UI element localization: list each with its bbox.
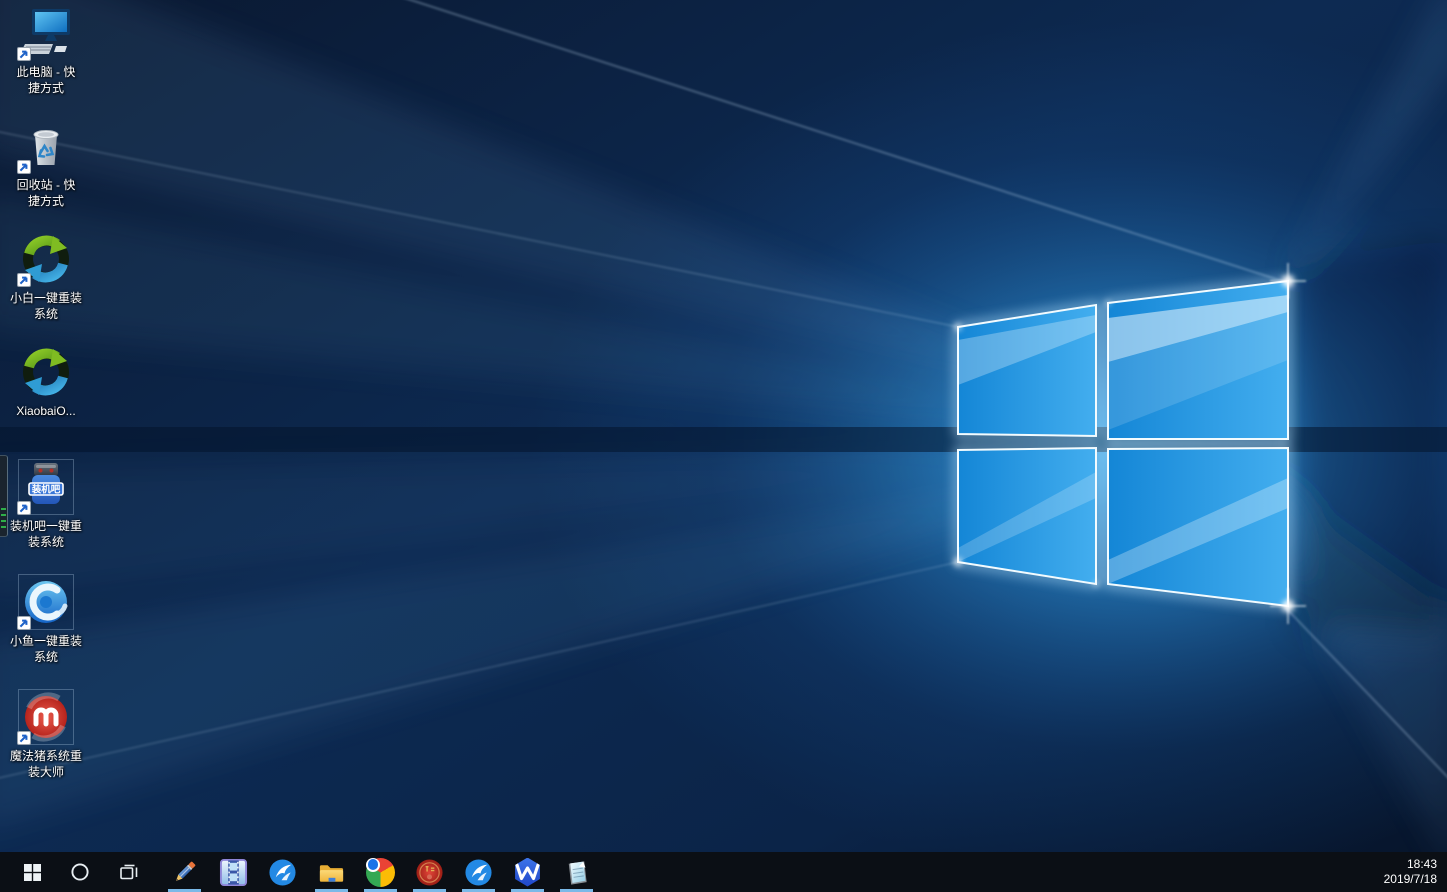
green-line [1,514,6,516]
taskbar-app-pencil[interactable] [160,852,209,892]
search-circle-icon [70,862,90,882]
shortcut-arrow-badge [17,273,31,287]
blue-swirl-icon [19,575,73,629]
taskbar-app-notepad[interactable] [552,852,601,892]
pencil-icon [170,858,199,887]
desktop-screen: 此电脑 - 快捷方式 回收站 - 快捷方式 [0,0,1447,892]
search-button[interactable] [56,852,104,892]
clock-date: 2019/7/18 [1384,872,1437,887]
desktop-icon-label: 小白一键重装系统 [2,290,90,322]
desktop-icon-mofazhu[interactable]: 魔法猪系统重装大师 [2,690,90,780]
shortcut-arrow-badge [17,731,31,745]
desktop-icon-xiaoyu[interactable]: 小鱼一键重装系统 [2,575,90,665]
shortcut-arrow-badge [17,616,31,630]
chrome-icon [366,858,395,887]
taskbar-app-blue-bird-2[interactable] [454,852,503,892]
green-line [1,520,6,522]
taskbar-clock[interactable]: 18:43 2019/7/18 [1384,857,1437,887]
desktop-icon-label: 此电脑 - 快捷方式 [2,64,90,96]
filmstrip-icon [219,858,248,887]
desktop-icon-label: 装机吧一键重装系统 [2,518,90,550]
taskbar-app-chrome[interactable] [356,852,405,892]
blue-bird-icon [268,858,297,887]
desktop-icon-label: 魔法猪系统重装大师 [2,748,90,780]
desktop-icon-this-pc[interactable]: 此电脑 - 快捷方式 [2,6,90,96]
red-circle-icon [415,858,444,887]
taskbar-app-movie[interactable] [209,852,258,892]
desktop-icon-label: 小鱼一键重装系统 [2,633,90,665]
taskbar-app-wps[interactable] [503,852,552,892]
shortcut-arrow-badge [17,47,31,61]
desktop-icon-xiaobai-online[interactable]: XiaobaiO... [2,345,90,419]
computer-icon [19,6,73,60]
desktop-icon-label: XiaobaiO... [2,403,90,419]
partial-window-left-edge[interactable] [0,455,8,537]
sync-arrows-icon [19,345,73,399]
task-view-button[interactable] [104,852,152,892]
desktop-icon-label: 回收站 - 快捷方式 [2,177,90,209]
usb-drive-icon: 装机吧 [19,460,73,514]
windows-logo-icon [24,864,41,881]
taskbar: 18:43 2019/7/18 [0,852,1447,892]
desktop-icon-zhuangjiba[interactable]: 装机吧 装机吧一键重装系统 [2,460,90,550]
taskbar-app-red-seal[interactable] [405,852,454,892]
shortcut-arrow-badge [17,501,31,515]
wps-icon [513,858,542,887]
wallpaper [0,0,1447,892]
taskbar-apps [160,852,601,892]
desktop-icon-recycle-bin[interactable]: 回收站 - 快捷方式 [2,119,90,209]
red-m-icon [19,690,73,744]
clock-time: 18:43 [1384,857,1437,872]
sync-arrows-icon [19,232,73,286]
blue-bird-icon [464,858,493,887]
task-view-icon [118,863,139,882]
recycle-bin-icon [19,119,73,173]
start-button[interactable] [8,852,56,892]
shortcut-arrow-badge [17,160,31,174]
green-line [1,508,6,510]
taskbar-app-file-explorer[interactable] [307,852,356,892]
notepad-icon [562,858,591,887]
taskbar-app-blue-bird-1[interactable] [258,852,307,892]
folder-icon [317,858,346,887]
green-line [1,526,6,528]
desktop-icon-xiaobai[interactable]: 小白一键重装系统 [2,232,90,322]
svg-text:装机吧: 装机吧 [31,484,61,496]
